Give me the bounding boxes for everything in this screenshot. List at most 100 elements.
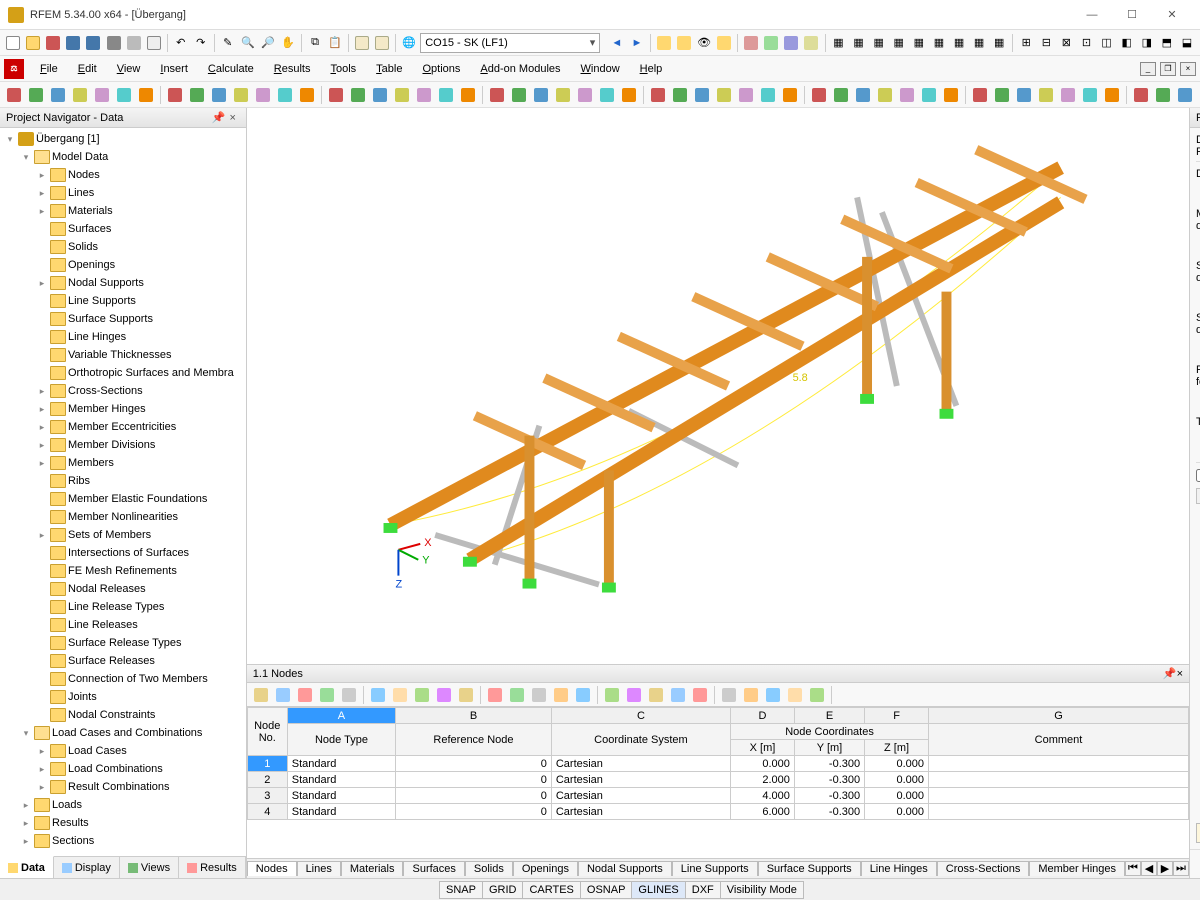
- toolbar2-btn-37[interactable]: [758, 85, 778, 105]
- tree-item[interactable]: Member Elastic Foundations: [0, 490, 246, 508]
- data-table[interactable]: NodeNo.ABCDEFGNode TypeReference NodeCoo…: [247, 707, 1189, 858]
- table-tool-10[interactable]: [456, 685, 476, 705]
- tree-item[interactable]: ▸Member Divisions: [0, 436, 246, 454]
- table-tool-28[interactable]: [807, 685, 827, 705]
- menu-view[interactable]: View: [107, 59, 151, 79]
- table-tool-0[interactable]: [251, 685, 271, 705]
- table-tab[interactable]: Nodes: [247, 861, 297, 876]
- status-grid[interactable]: GRID: [482, 881, 524, 899]
- table-tab[interactable]: Cross-Sections: [937, 861, 1030, 876]
- toolbar2-btn-51[interactable]: [1036, 85, 1056, 105]
- table-tab[interactable]: Line Supports: [672, 861, 758, 876]
- mdi-close[interactable]: ×: [1180, 62, 1196, 76]
- toolbar2-btn-56[interactable]: [1131, 85, 1151, 105]
- toolbar2-btn-1[interactable]: [26, 85, 46, 105]
- nav-tab-data[interactable]: Data: [0, 856, 54, 878]
- new-icon[interactable]: [4, 33, 22, 53]
- edit-note-icon[interactable]: ✎: [1196, 823, 1200, 843]
- toolbar2-btn-3[interactable]: [70, 85, 90, 105]
- toolbar2-btn-50[interactable]: [1014, 85, 1034, 105]
- table-tab[interactable]: Solids: [465, 861, 513, 876]
- table-tool-18[interactable]: [602, 685, 622, 705]
- tree-item[interactable]: Member Nonlinearities: [0, 508, 246, 526]
- m6-icon[interactable]: ◧: [1118, 33, 1136, 53]
- grid6-icon[interactable]: ▦: [930, 33, 948, 53]
- copy-icon[interactable]: ⧉: [306, 33, 324, 53]
- toolbar2-btn-29[interactable]: [597, 85, 617, 105]
- tree-item[interactable]: Nodal Releases: [0, 580, 246, 598]
- save-icon[interactable]: [64, 33, 82, 53]
- tree-item[interactable]: ▸Load Cases: [0, 742, 246, 760]
- toolbar2-btn-38[interactable]: [780, 85, 800, 105]
- tree-item[interactable]: ▸Member Eccentricities: [0, 418, 246, 436]
- tree-item[interactable]: Line Supports: [0, 292, 246, 310]
- toolbar2-btn-43[interactable]: [875, 85, 895, 105]
- close-panel-icon[interactable]: ×: [226, 112, 240, 124]
- status-dxf[interactable]: DXF: [685, 881, 721, 899]
- tree-item[interactable]: Line Releases: [0, 616, 246, 634]
- table-tool-16[interactable]: [573, 685, 593, 705]
- toolbar2-btn-57[interactable]: [1153, 85, 1173, 105]
- show-loads-icon[interactable]: 👁: [695, 33, 713, 53]
- table-tab[interactable]: Member Hinges: [1029, 861, 1125, 876]
- table-tool-26[interactable]: [763, 685, 783, 705]
- menu-edit[interactable]: Edit: [68, 59, 107, 79]
- tree-item[interactable]: Surface Supports: [0, 310, 246, 328]
- tree-item[interactable]: Orthotropic Surfaces and Membra: [0, 364, 246, 382]
- toolbar2-btn-34[interactable]: [692, 85, 712, 105]
- table-tab[interactable]: Surface Supports: [758, 861, 861, 876]
- tree-item[interactable]: ▸Lines: [0, 184, 246, 202]
- r4-icon[interactable]: [802, 33, 820, 53]
- loadcase-combo[interactable]: CO15 - SK (LF1) ▾: [420, 33, 600, 53]
- print-preview-icon[interactable]: [125, 33, 143, 53]
- nav-tab-display[interactable]: Display: [54, 857, 120, 878]
- pin-icon[interactable]: 📌: [1163, 667, 1177, 680]
- table-tab[interactable]: Nodal Supports: [578, 861, 672, 876]
- tree-item[interactable]: ▸Loads: [0, 796, 246, 814]
- table-tool-3[interactable]: [317, 685, 337, 705]
- pan-icon[interactable]: ✋: [279, 33, 297, 53]
- globe-icon[interactable]: 🌐: [400, 33, 418, 53]
- model-viewport[interactable]: X Y Z 5.8: [247, 108, 1189, 664]
- status-visibility mode[interactable]: Visibility Mode: [720, 881, 804, 899]
- toolbar2-btn-54[interactable]: [1102, 85, 1122, 105]
- toolbar2-btn-14[interactable]: [297, 85, 317, 105]
- table-tool-9[interactable]: [434, 685, 454, 705]
- dim-xxx-icon[interactable]: [715, 33, 733, 53]
- dim-xx-icon[interactable]: [675, 33, 693, 53]
- toolbar2-btn-18[interactable]: [370, 85, 390, 105]
- tab-scroll-btn[interactable]: ⏭: [1173, 861, 1189, 876]
- status-osnap[interactable]: OSNAP: [580, 881, 633, 899]
- increments-checkbox[interactable]: [1196, 469, 1200, 482]
- toolbar2-btn-36[interactable]: [736, 85, 756, 105]
- table-tool-2[interactable]: [295, 685, 315, 705]
- toolbar2-btn-16[interactable]: [326, 85, 346, 105]
- toolbar2-btn-26[interactable]: [531, 85, 551, 105]
- toolbar2-btn-22[interactable]: [458, 85, 478, 105]
- tree-item[interactable]: ▸Member Hinges: [0, 400, 246, 418]
- logo-icon[interactable]: ⚖: [4, 59, 24, 79]
- tree-item[interactable]: ▸Nodal Supports: [0, 274, 246, 292]
- table-tool-1[interactable]: [273, 685, 293, 705]
- toolbar2-btn-46[interactable]: [941, 85, 961, 105]
- menu-calculate[interactable]: Calculate: [198, 59, 264, 79]
- status-snap[interactable]: SNAP: [439, 881, 483, 899]
- table-tool-22[interactable]: [690, 685, 710, 705]
- toolbar2-btn-21[interactable]: [436, 85, 456, 105]
- toolbar2-btn-20[interactable]: [414, 85, 434, 105]
- mdi-minimize[interactable]: _: [1140, 62, 1156, 76]
- toolbar2-btn-40[interactable]: [809, 85, 829, 105]
- tree-item[interactable]: Solids: [0, 238, 246, 256]
- menu-results[interactable]: Results: [264, 59, 321, 79]
- zoom-fit-icon[interactable]: 🔍: [239, 33, 257, 53]
- tree-item[interactable]: Surface Release Types: [0, 634, 246, 652]
- grid9-icon[interactable]: ▦: [990, 33, 1008, 53]
- toolbar2-btn-0[interactable]: [4, 85, 24, 105]
- wand-icon[interactable]: ✎: [219, 33, 237, 53]
- table-tool-20[interactable]: [646, 685, 666, 705]
- r1-icon[interactable]: [742, 33, 760, 53]
- tree-item[interactable]: ▸Sections: [0, 832, 246, 850]
- status-glines[interactable]: GLINES: [631, 881, 685, 899]
- menu-help[interactable]: Help: [630, 59, 673, 79]
- status-cartes[interactable]: CARTES: [522, 881, 580, 899]
